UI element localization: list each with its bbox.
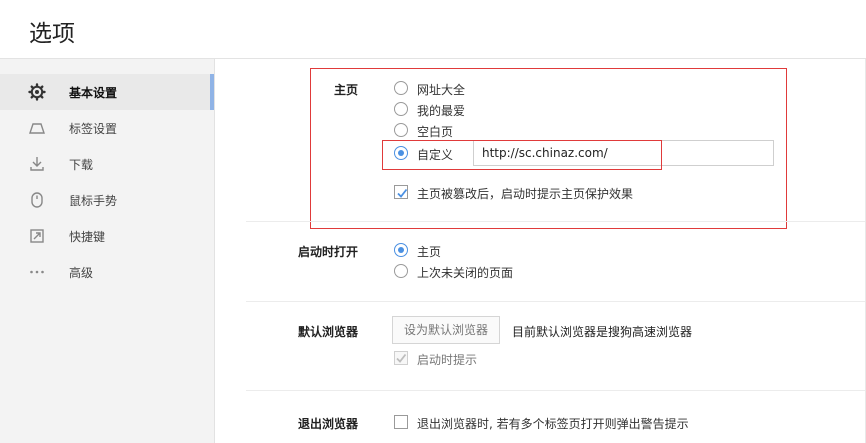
option-label: 启动时提示 [417,353,478,367]
settings-panel: 主页 网址大全 我的最爱 空白页 自定义 主页被篡改后，启动时提示主页保护效果 … [215,59,866,443]
sidebar-item-label: 高级 [69,266,94,280]
option-label: 上次未关闭的页面 [417,266,514,280]
shortcut-icon [30,229,44,243]
options-header: 选项 [0,0,866,59]
radio-button-selected[interactable] [394,243,408,257]
section-divider [246,390,866,391]
sidebar-item-advanced[interactable]: 高级 [0,254,214,290]
homepage-label: 主页 [334,83,359,97]
mouse-icon [31,192,43,208]
page-title: 选项 [29,21,75,47]
sidebar-item-download[interactable]: 下载 [0,146,214,182]
set-default-browser-button[interactable]: 设为默认浏览器 [392,316,500,344]
sidebar-item-label: 标签设置 [69,122,118,136]
option-label: 主页被篡改后，启动时提示主页保护效果 [417,187,634,201]
download-icon [30,157,44,171]
section-divider [246,221,866,222]
option-label: 网址大全 [417,83,466,97]
homepage-protect-option[interactable]: 主页被篡改后，启动时提示主页保护效果 [394,183,694,203]
exit-warning-option[interactable]: 退出浏览器时, 若有多个标签页打开则弹出警告提示 [394,413,714,433]
radio-button[interactable] [394,81,408,95]
exit-browser-label: 退出浏览器 [298,417,359,431]
startup-label: 启动时打开 [298,245,359,259]
sidebar-item-label: 鼠标手势 [69,194,118,208]
exit-warning-checkbox[interactable] [394,415,408,429]
checkmark-icon [397,188,408,198]
section-divider [246,301,866,302]
more-icon [30,270,44,274]
startup-prompt-checkbox[interactable] [394,351,408,365]
radio-button[interactable] [394,102,408,116]
default-browser-label: 默认浏览器 [298,325,359,339]
sidebar: 基本设置 标签设置 下载 鼠标手势 快捷键 高级 [0,59,215,443]
sidebar-item-tab-settings[interactable]: 标签设置 [0,110,214,146]
custom-homepage-url-input[interactable] [473,140,774,166]
gear-icon [28,83,46,101]
option-label: 主页 [417,245,442,259]
radio-button[interactable] [394,264,408,278]
sidebar-item-shortcut[interactable]: 快捷键 [0,218,214,254]
homepage-protect-checkbox[interactable] [394,185,408,199]
radio-button[interactable] [394,123,408,137]
radio-button-selected[interactable] [394,146,408,160]
sidebar-item-basic-settings[interactable]: 基本设置 [0,74,214,110]
tab-icon [29,123,45,134]
default-browser-status: 目前默认浏览器是搜狗高速浏览器 [512,325,693,339]
option-label: 空白页 [417,125,454,139]
sidebar-item-label: 快捷键 [69,230,106,244]
option-label: 自定义 [417,148,454,162]
option-label: 我的最爱 [417,104,466,118]
option-label: 退出浏览器时, 若有多个标签页打开则弹出警告提示 [417,417,689,431]
sidebar-item-label: 下载 [69,158,94,172]
sidebar-item-label: 基本设置 [69,86,118,100]
sidebar-item-mouse-gesture[interactable]: 鼠标手势 [0,182,214,218]
checkmark-icon [396,353,407,363]
